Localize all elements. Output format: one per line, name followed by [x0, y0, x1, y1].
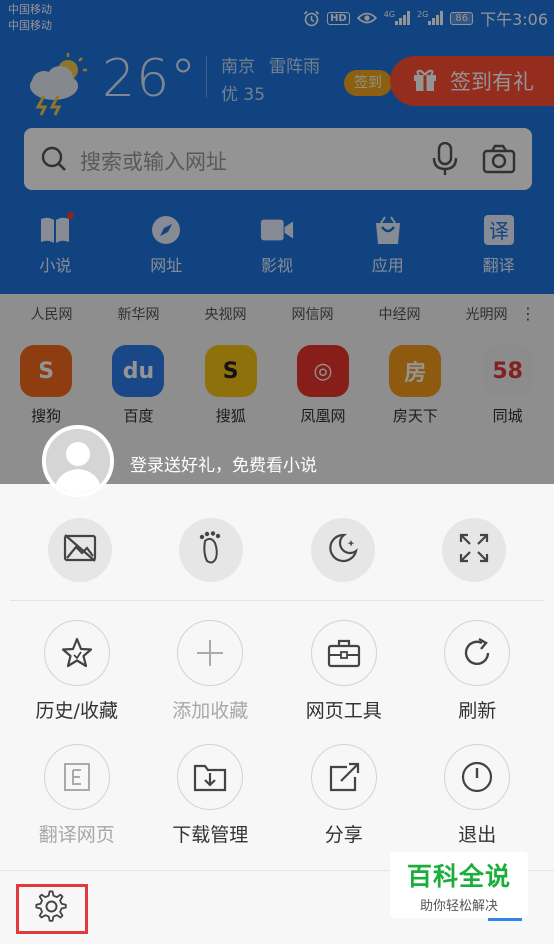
fullscreen-icon	[459, 533, 489, 567]
star-icon	[43, 620, 110, 686]
page-tools-button[interactable]: 网页工具	[284, 620, 404, 744]
exit-button[interactable]: 退出	[417, 744, 537, 868]
plus-icon	[177, 620, 244, 686]
menu-label: 翻译网页	[38, 824, 115, 846]
menu-label: 下载管理	[172, 824, 249, 846]
menu-label: 历史/收藏	[35, 700, 118, 722]
download-manager-button[interactable]: 下载管理	[150, 744, 270, 868]
add-bookmark-button[interactable]: 添加收藏	[150, 620, 270, 744]
avatar[interactable]	[42, 425, 114, 497]
login-banner[interactable]: 登录送好礼，免费看小说	[0, 425, 554, 497]
history-bookmarks-button[interactable]: 历史/收藏	[17, 620, 137, 744]
browser-menu-sheet: 历史/收藏 添加收藏 网页工具 刷新 翻译网页 下载管理 分享 退出 百科全说 …	[0, 484, 554, 944]
night-mode-button[interactable]	[310, 518, 375, 582]
no-image-mode-button[interactable]	[47, 518, 112, 582]
no-image-mode-icon	[63, 533, 97, 567]
watermark-subtitle: 助你轻松解决	[419, 898, 498, 914]
translate-page-icon	[43, 744, 110, 810]
menu-divider	[10, 600, 544, 601]
refresh-button[interactable]: 刷新	[417, 620, 537, 744]
refresh-icon	[444, 620, 511, 686]
menu-label: 刷新	[458, 700, 497, 722]
gear-icon	[35, 890, 69, 928]
fullscreen-button[interactable]	[442, 518, 507, 582]
download-folder-icon	[177, 744, 244, 810]
footprint-incognito-icon	[197, 531, 225, 569]
quick-toggle-row	[0, 518, 554, 582]
tab-indicator	[488, 918, 522, 921]
share-button[interactable]: 分享	[284, 744, 404, 868]
login-prompt[interactable]: 登录送好礼，免费看小说	[130, 451, 317, 476]
translate-page-button[interactable]: 翻译网页	[17, 744, 137, 868]
night-mode-icon	[327, 532, 359, 568]
menu-label: 分享	[324, 824, 363, 846]
incognito-button[interactable]	[179, 518, 244, 582]
share-icon	[310, 744, 377, 810]
watermark-logo: 百科全说 助你轻松解决	[390, 852, 528, 918]
menu-label: 退出	[458, 824, 497, 846]
watermark-title: 百科全说	[406, 861, 511, 891]
toolbox-icon	[310, 620, 377, 686]
menu-label: 添加收藏	[172, 700, 249, 722]
settings-button[interactable]	[16, 884, 88, 934]
menu-grid: 历史/收藏 添加收藏 网页工具 刷新 翻译网页 下载管理 分享 退出	[0, 620, 554, 868]
menu-label: 网页工具	[305, 700, 382, 722]
power-icon	[444, 744, 511, 810]
